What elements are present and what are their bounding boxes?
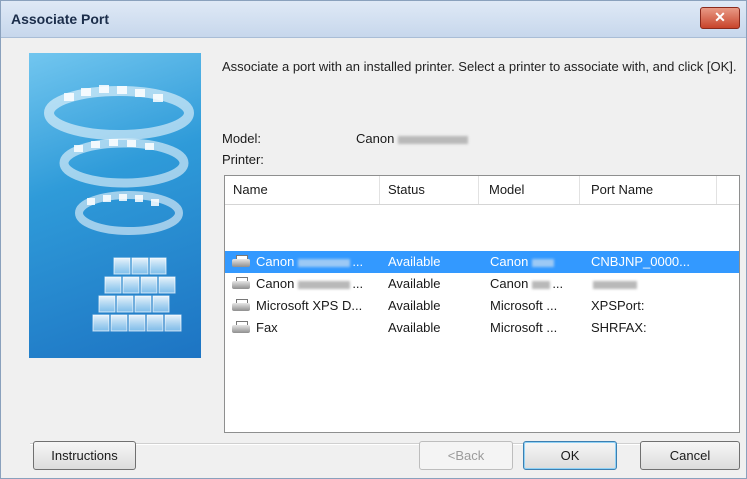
redacted-model-name: [398, 135, 469, 144]
title-bar[interactable]: Associate Port ✕: [1, 1, 746, 38]
row-model-cell: Microsoft ...: [490, 320, 558, 335]
back-button[interactable]: <Back: [419, 441, 513, 470]
row-port-cell: [591, 273, 721, 295]
row-status-cell: Available: [388, 276, 441, 291]
row-status-cell: Available: [388, 254, 441, 269]
row-status-cell: Available: [388, 320, 441, 335]
printer-row[interactable]: Microsoft XPS D... Available Microsoft .…: [225, 295, 739, 317]
wizard-illustration: [29, 53, 201, 358]
dialog-title: Associate Port: [11, 11, 110, 27]
column-header-status[interactable]: Status: [380, 176, 479, 204]
printer-icon: [232, 299, 250, 313]
printer-list[interactable]: Name Status Model Port Name Canon... Ava…: [224, 175, 740, 433]
row-model-cell: Canon...: [490, 276, 564, 291]
dialog-body: Associate a port with an installed print…: [1, 38, 746, 478]
printer-icon: [232, 321, 250, 335]
printer-row[interactable]: Canon... Available Canon...: [225, 273, 739, 295]
printer-icon: [232, 277, 250, 291]
column-header-port-name[interactable]: Port Name: [583, 176, 717, 204]
close-button[interactable]: ✕: [700, 7, 740, 29]
printer-list-header: Name Status Model Port Name: [225, 176, 739, 205]
instructions-button[interactable]: Instructions: [33, 441, 136, 470]
column-header-name[interactable]: Name: [225, 176, 380, 204]
intro-text: Associate a port with an installed print…: [222, 59, 737, 74]
row-port-cell: CNBJNP_0000...: [591, 254, 690, 269]
cancel-button[interactable]: Cancel: [640, 441, 740, 470]
row-name-cell: Microsoft XPS D...: [256, 298, 363, 313]
printer-row[interactable]: Fax Available Microsoft ... SHRFAX:: [225, 317, 739, 339]
printer-icon: [232, 255, 250, 269]
model-value-text: Canon: [356, 131, 395, 146]
button-divider: [30, 443, 738, 445]
row-status-cell: Available: [388, 298, 441, 313]
row-port-cell: SHRFAX:: [591, 320, 647, 335]
printer-row[interactable]: Canon... Available Canon CNBJNP_0000...: [225, 251, 739, 273]
row-name-cell: Canon...: [256, 276, 364, 291]
close-icon: ✕: [714, 9, 726, 25]
printer-label: Printer:: [222, 152, 264, 167]
associate-port-dialog: Associate Port ✕ Associate a port with a…: [0, 0, 747, 479]
redacted-port-name: [593, 280, 637, 289]
model-value: Canon: [356, 131, 469, 146]
model-label: Model:: [222, 131, 262, 146]
row-port-cell: XPSPort:: [591, 298, 645, 313]
ok-button[interactable]: OK: [523, 441, 617, 470]
row-model-cell: Microsoft ...: [490, 298, 558, 313]
column-header-model[interactable]: Model: [481, 176, 580, 204]
row-name-cell: Fax: [256, 320, 278, 335]
row-model-cell: Canon: [490, 251, 580, 273]
row-name-cell: Canon...: [256, 254, 364, 269]
